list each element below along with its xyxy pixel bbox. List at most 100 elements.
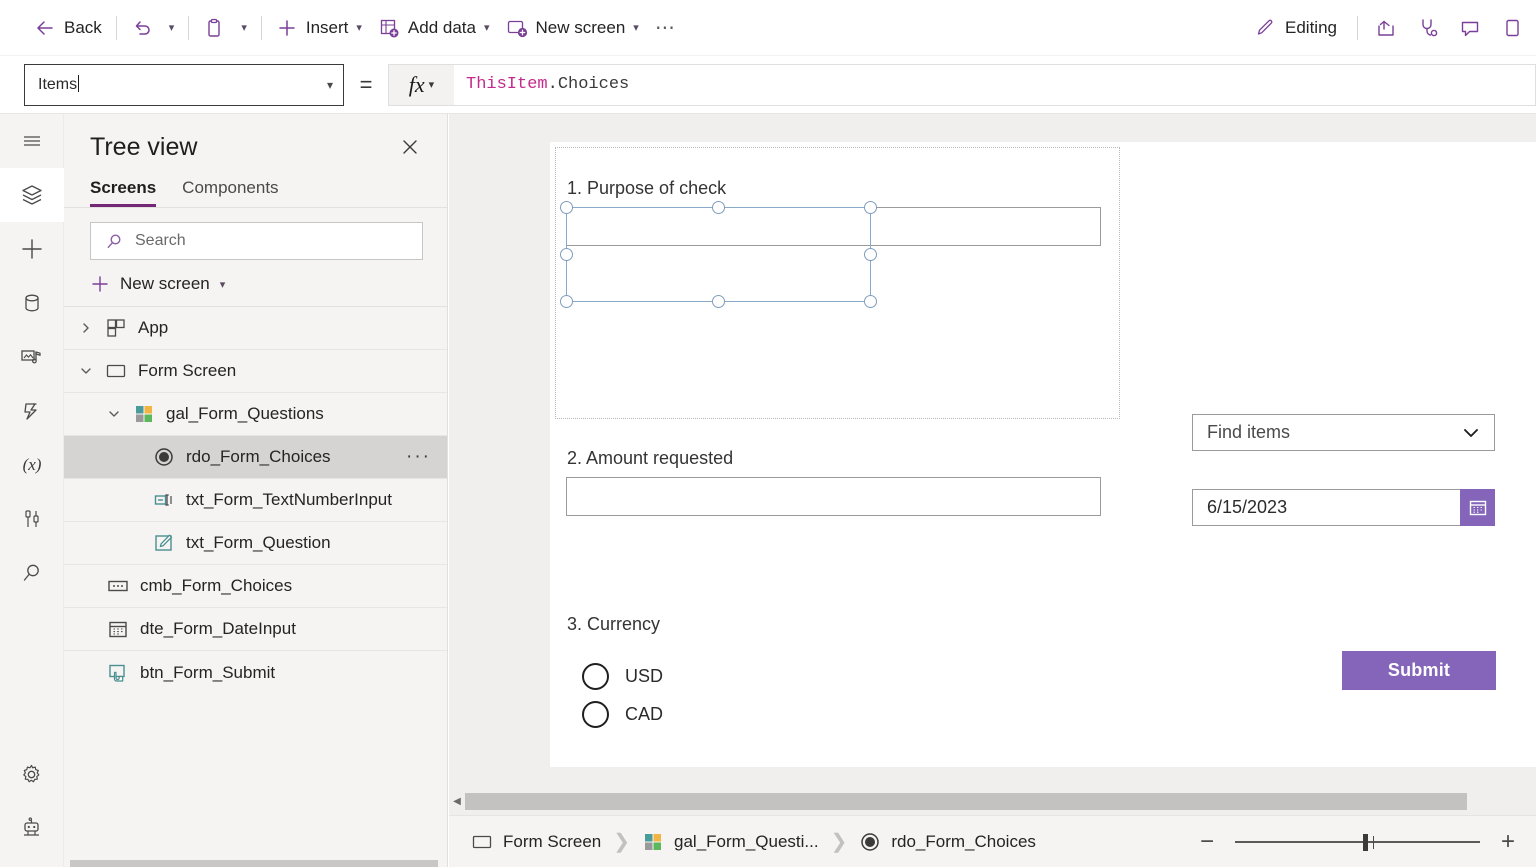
question-3-label: 3. Currency [567, 614, 660, 635]
tree-item-app[interactable]: App [64, 307, 447, 350]
tree-item-label: Form Screen [138, 361, 433, 381]
selection-outline [566, 207, 871, 302]
editing-mode-button[interactable]: Editing [1245, 8, 1349, 48]
breadcrumb-rdo-form-choices[interactable]: rdo_Form_Choices [853, 827, 1042, 857]
power-automate-icon[interactable] [0, 384, 64, 438]
new-screen-button[interactable]: New screen ▾ [64, 260, 447, 307]
undo-button[interactable] [123, 8, 161, 48]
command-bar: Back ▾ ▾ Insert ▾ [0, 0, 1536, 56]
breadcrumb-gal-form-questions[interactable]: gal_Form_Questi... [636, 827, 825, 857]
plus-icon [90, 274, 110, 294]
tree-item-form-screen[interactable]: Form Screen [64, 350, 447, 393]
paste-button[interactable] [195, 8, 233, 48]
tree-item-txt-form-question[interactable]: txt_Form_Question [64, 522, 447, 565]
arrow-left-icon [34, 17, 56, 39]
selection-handle-top-left[interactable] [560, 201, 573, 214]
zoom-slider[interactable] [1235, 833, 1480, 851]
chevron-down-icon: ▾ [484, 21, 490, 34]
tree-panel-horizontal-scrollbar[interactable] [66, 860, 444, 867]
page-title: Tree view [90, 133, 395, 162]
selection-handle-top-right[interactable] [864, 201, 877, 214]
selection-handle-middle-left[interactable] [560, 248, 573, 261]
radio-option-usd[interactable]: USD [582, 663, 663, 690]
tree-item-dte-form-dateinput[interactable]: dte_Form_DateInput [64, 608, 447, 651]
search-icon[interactable] [0, 546, 64, 600]
undo-dropdown[interactable]: ▾ [161, 8, 183, 48]
tree-item-rdo-form-choices[interactable]: rdo_Form_Choices ··· [64, 436, 447, 479]
chevron-down-icon[interactable] [106, 408, 122, 420]
gallery-icon [132, 403, 156, 425]
insert-button[interactable]: Insert ▾ [268, 8, 370, 48]
comments-button[interactable] [1450, 8, 1490, 48]
back-button[interactable]: Back [26, 8, 110, 48]
hamburger-menu-icon[interactable] [0, 114, 64, 168]
combobox-find-items[interactable]: Find items [1192, 414, 1495, 451]
more-panel-button[interactable] [1492, 8, 1532, 48]
tab-components[interactable]: Components [182, 170, 278, 207]
tree-item-label: dte_Form_DateInput [140, 619, 433, 639]
breadcrumb-form-screen[interactable]: Form Screen [465, 827, 607, 857]
radio-icon [152, 446, 176, 468]
selection-handle-bottom-left[interactable] [560, 295, 573, 308]
variables-icon[interactable]: (x) [0, 438, 64, 492]
zoom-slider-thumb[interactable] [1363, 834, 1368, 851]
question-2-input[interactable] [566, 477, 1101, 516]
add-data-label: Add data [408, 18, 476, 38]
selection-handle-top-center[interactable] [712, 201, 725, 214]
formula-input[interactable]: ThisItem.Choices [454, 64, 1536, 106]
date-value[interactable]: 6/15/2023 [1192, 489, 1460, 526]
media-icon[interactable] [0, 330, 64, 384]
tree-item-gal-form-questions[interactable]: gal_Form_Questions [64, 393, 447, 436]
close-icon[interactable] [395, 132, 425, 162]
tab-screens[interactable]: Screens [90, 170, 156, 207]
zoom-control: − + [1197, 830, 1536, 854]
fx-icon: fx [409, 72, 425, 98]
zoom-in-button[interactable]: + [1498, 830, 1518, 854]
scroll-left-arrow-icon[interactable]: ◀ [449, 796, 465, 807]
tree-item-label: gal_Form_Questions [166, 404, 433, 424]
data-cylinder-icon[interactable] [0, 276, 64, 330]
app-checker-button[interactable] [1408, 8, 1448, 48]
fx-button[interactable]: fx ▾ [388, 64, 454, 106]
radio-option-cad[interactable]: CAD [582, 701, 663, 728]
tree-item-overflow-button[interactable]: ··· [406, 446, 433, 468]
settings-gear-icon[interactable] [0, 747, 64, 801]
share-button[interactable] [1366, 8, 1406, 48]
tree-item-btn-form-submit[interactable]: btn_Form_Submit [64, 651, 447, 694]
insert-plus-icon[interactable] [0, 222, 64, 276]
calendar-button[interactable] [1460, 489, 1495, 526]
tree-item-list: App Form Screen gal_Form [64, 307, 447, 867]
submit-button[interactable]: Submit [1342, 651, 1496, 690]
svg-text:(x): (x) [22, 455, 41, 474]
add-data-button[interactable]: Add data ▾ [370, 8, 498, 48]
powerapps-studio: Back ▾ ▾ Insert ▾ [0, 0, 1536, 867]
tree-item-cmb-form-choices[interactable]: cmb_Form_Choices [64, 565, 447, 608]
tree-item-label: App [138, 318, 433, 338]
zoom-out-button[interactable]: − [1197, 830, 1217, 854]
tree-view-layers-icon[interactable] [0, 168, 64, 222]
divider [188, 16, 189, 40]
tree-item-txt-form-textnumberinput[interactable]: txt_Form_TextNumberInput [64, 479, 447, 522]
chevron-down-icon [1461, 423, 1481, 443]
overflow-menu-button[interactable]: ⋯ [647, 8, 684, 48]
search-input[interactable]: Search [90, 222, 423, 260]
pencil-icon [1255, 17, 1276, 38]
new-screen-button[interactable]: New screen ▾ [498, 8, 647, 48]
selection-handle-middle-right[interactable] [864, 248, 877, 261]
chevron-down-icon[interactable] [78, 365, 94, 377]
copilot-robot-icon[interactable] [0, 801, 64, 855]
selection-handle-bottom-right[interactable] [864, 295, 877, 308]
textinput-icon [152, 489, 176, 511]
property-selector[interactable]: Items ▾ [24, 64, 344, 106]
date-picker[interactable]: 6/15/2023 [1192, 489, 1495, 526]
share-icon [1375, 17, 1397, 39]
chevron-right-icon[interactable] [78, 322, 94, 334]
selection-handle-bottom-center[interactable] [712, 295, 725, 308]
chevron-down-icon: ▾ [633, 21, 639, 34]
add-data-icon [378, 17, 400, 39]
scrollbar-track[interactable] [465, 793, 1536, 810]
paste-dropdown[interactable]: ▾ [233, 8, 255, 48]
advanced-tools-icon[interactable] [0, 492, 64, 546]
scrollbar-thumb[interactable] [465, 793, 1467, 810]
search-icon [105, 232, 124, 251]
